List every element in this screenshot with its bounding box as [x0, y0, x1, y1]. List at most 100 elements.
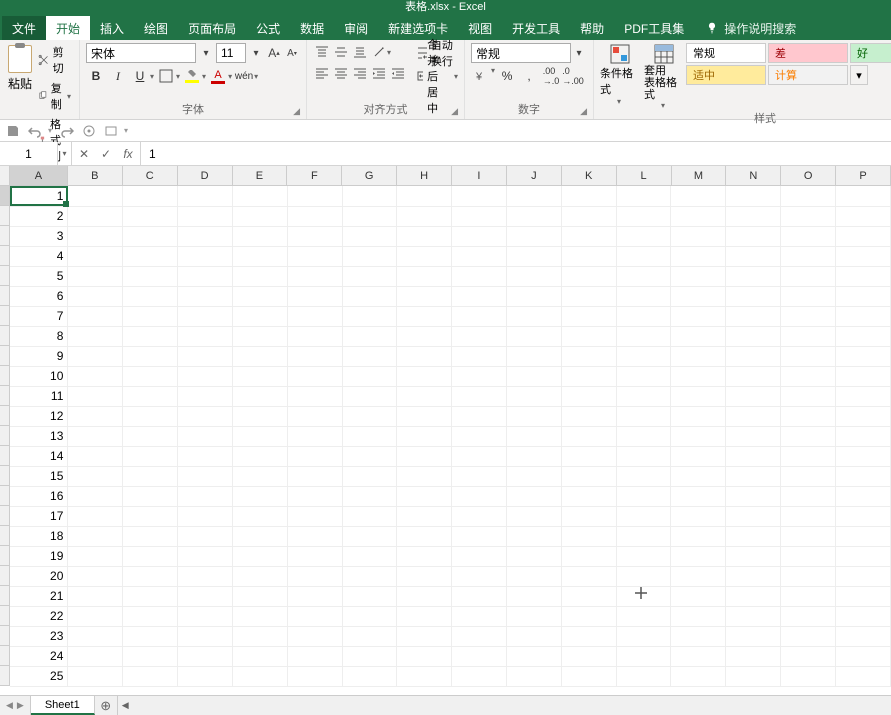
cell-L8[interactable] [616, 326, 671, 346]
cell-L24[interactable] [616, 646, 671, 666]
cell-G14[interactable] [342, 446, 397, 466]
cell-I12[interactable] [452, 406, 507, 426]
bold-button[interactable]: B [86, 66, 106, 86]
cell-P21[interactable] [835, 586, 890, 606]
cell-D5[interactable] [178, 266, 233, 286]
cell-E9[interactable] [232, 346, 287, 366]
cell-I19[interactable] [452, 546, 507, 566]
cell-B19[interactable] [68, 546, 123, 566]
row-header-4[interactable] [0, 246, 10, 266]
formula-input[interactable] [141, 142, 891, 165]
increase-decimal-button[interactable]: .00→.0 [541, 66, 561, 86]
row-header-3[interactable] [0, 226, 10, 246]
enter-formula-button[interactable]: ✓ [98, 147, 114, 161]
cell-L15[interactable] [616, 466, 671, 486]
alignment-expand[interactable]: ◢ [451, 106, 458, 117]
cell-P18[interactable] [835, 526, 890, 546]
tab-data[interactable]: 数据 [290, 16, 334, 40]
align-right-button[interactable] [351, 64, 369, 82]
cell-L5[interactable] [616, 266, 671, 286]
cell-F8[interactable] [287, 326, 342, 346]
cell-N15[interactable] [726, 466, 781, 486]
number-format-dropdown[interactable]: ▾ [571, 43, 587, 63]
cell-E5[interactable] [232, 266, 287, 286]
tab-layout[interactable]: 页面布局 [178, 16, 246, 40]
cell-C6[interactable] [123, 286, 178, 306]
cell-P19[interactable] [835, 546, 890, 566]
cell-A12[interactable]: 12 [10, 406, 68, 426]
cell-G15[interactable] [342, 466, 397, 486]
cell-D13[interactable] [178, 426, 233, 446]
cell-J13[interactable] [507, 426, 562, 446]
cell-L17[interactable] [616, 506, 671, 526]
tab-file[interactable]: 文件 [2, 16, 46, 40]
cell-P25[interactable] [835, 666, 890, 686]
cell-F25[interactable] [287, 666, 342, 686]
comma-button[interactable]: , [519, 66, 539, 86]
cell-P1[interactable] [835, 186, 890, 206]
col-header-I[interactable]: I [452, 166, 507, 186]
cell-N24[interactable] [726, 646, 781, 666]
cell-F17[interactable] [287, 506, 342, 526]
cell-B5[interactable] [68, 266, 123, 286]
cell-P8[interactable] [835, 326, 890, 346]
cell-A3[interactable]: 3 [10, 226, 68, 246]
cell-L3[interactable] [616, 226, 671, 246]
cell-P5[interactable] [835, 266, 890, 286]
cell-I22[interactable] [452, 606, 507, 626]
font-expand[interactable]: ◢ [293, 106, 300, 117]
cell-H23[interactable] [397, 626, 452, 646]
cell-B12[interactable] [68, 406, 123, 426]
cell-K13[interactable] [561, 426, 616, 446]
cell-P9[interactable] [835, 346, 890, 366]
cell-B25[interactable] [68, 666, 123, 686]
cell-A9[interactable]: 9 [10, 346, 68, 366]
cell-H19[interactable] [397, 546, 452, 566]
cell-C3[interactable] [123, 226, 178, 246]
cell-M18[interactable] [671, 526, 726, 546]
cell-F15[interactable] [287, 466, 342, 486]
cell-M21[interactable] [671, 586, 726, 606]
row-header-10[interactable] [0, 366, 10, 386]
cell-B10[interactable] [68, 366, 123, 386]
cell-K22[interactable] [561, 606, 616, 626]
cell-C4[interactable] [123, 246, 178, 266]
cell-L2[interactable] [616, 206, 671, 226]
cell-K2[interactable] [561, 206, 616, 226]
cell-N19[interactable] [726, 546, 781, 566]
cell-D18[interactable] [178, 526, 233, 546]
cell-J22[interactable] [507, 606, 562, 626]
cell-O11[interactable] [781, 386, 836, 406]
cell-H1[interactable] [397, 186, 452, 206]
cell-I25[interactable] [452, 666, 507, 686]
style-normal[interactable]: 常规 [686, 43, 766, 63]
cell-M22[interactable] [671, 606, 726, 626]
cell-M20[interactable] [671, 566, 726, 586]
cell-N18[interactable] [726, 526, 781, 546]
cell-M7[interactable] [671, 306, 726, 326]
cell-E15[interactable] [232, 466, 287, 486]
cell-O13[interactable] [781, 426, 836, 446]
cell-B21[interactable] [68, 586, 123, 606]
cell-G1[interactable] [342, 186, 397, 206]
cell-M14[interactable] [671, 446, 726, 466]
font-name-dropdown[interactable]: ▾ [198, 43, 214, 63]
cell-F5[interactable] [287, 266, 342, 286]
cell-C17[interactable] [123, 506, 178, 526]
cell-C22[interactable] [123, 606, 178, 626]
cell-G4[interactable] [342, 246, 397, 266]
cell-O5[interactable] [781, 266, 836, 286]
cell-H15[interactable] [397, 466, 452, 486]
cell-P11[interactable] [835, 386, 890, 406]
cell-G13[interactable] [342, 426, 397, 446]
row-header-20[interactable] [0, 566, 10, 586]
cell-A11[interactable]: 11 [10, 386, 68, 406]
cell-E6[interactable] [232, 286, 287, 306]
cell-G20[interactable] [342, 566, 397, 586]
insert-function-button[interactable]: fx [120, 147, 136, 161]
cell-O12[interactable] [781, 406, 836, 426]
cell-L20[interactable] [616, 566, 671, 586]
cell-K1[interactable] [561, 186, 616, 206]
cell-F14[interactable] [287, 446, 342, 466]
italic-button[interactable]: I [108, 66, 128, 86]
